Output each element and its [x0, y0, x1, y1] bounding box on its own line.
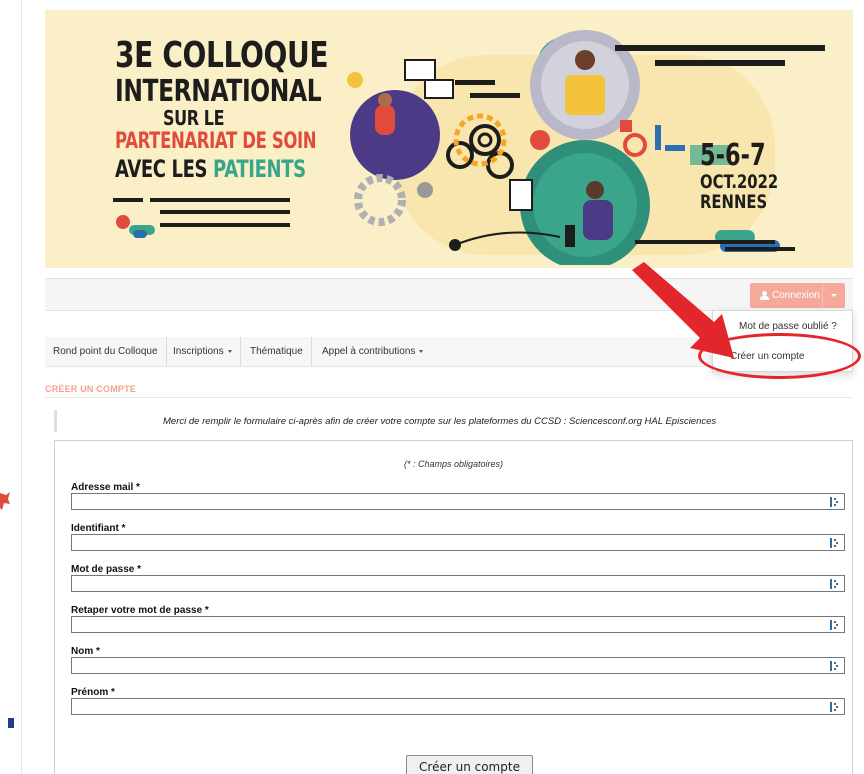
button-separator	[822, 283, 823, 308]
password-manager-icon[interactable]	[830, 620, 838, 630]
password-confirm-label: Retaper votre mot de passe *	[71, 605, 209, 616]
nav-item-thematique[interactable]: Thématique	[242, 337, 312, 367]
password-label: Mot de passe *	[71, 564, 142, 575]
nav-label: Rond point du Colloque	[53, 346, 158, 357]
user-icon	[760, 291, 769, 300]
annotation-highlight-ellipse	[698, 333, 861, 379]
dates-days: 5-6-7	[700, 138, 766, 173]
username-label: Identifiant *	[71, 523, 126, 534]
banner-title-line1: 3E COLLOQUE	[115, 35, 329, 76]
banner-title-line5: AVEC LES PATIENTS	[115, 155, 306, 183]
firstname-field[interactable]	[71, 698, 845, 715]
email-field[interactable]	[71, 493, 845, 510]
password-manager-icon[interactable]	[830, 661, 838, 671]
caret-down-icon	[227, 349, 232, 353]
dates-city: RENNES	[700, 191, 768, 213]
banner-title-line5-a: AVEC LES	[115, 155, 214, 183]
create-account-button[interactable]: Créer un compte	[406, 755, 533, 774]
lastname-label: Nom *	[71, 646, 100, 657]
connexion-button[interactable]: Connexion	[750, 283, 845, 308]
event-dates: 5-6-7 OCT.2022 RENNES	[700, 138, 800, 213]
nav-label: Thématique	[250, 346, 303, 357]
colloque-banner: 3E COLLOQUE INTERNATIONAL SUR LE PARTENA…	[45, 10, 853, 268]
forgot-password-link[interactable]: Mot de passe oublié ?	[739, 321, 837, 332]
left-gutter	[0, 0, 22, 774]
password-field[interactable]	[71, 575, 845, 592]
nav-item-inscriptions[interactable]: Inscriptions	[165, 337, 241, 367]
decor-fragment	[8, 718, 14, 728]
create-account-form: (* : Champs obligatoires) Adresse mail *…	[54, 440, 853, 774]
username-field[interactable]	[71, 534, 845, 551]
email-label: Adresse mail *	[71, 482, 140, 493]
divider	[45, 397, 853, 398]
gear-fragment-icon	[0, 492, 10, 510]
password-manager-icon[interactable]	[830, 702, 838, 712]
required-fields-note: (* : Champs obligatoires)	[403, 459, 504, 469]
dates-month: OCT.2022	[700, 171, 779, 193]
caret-down-icon[interactable]	[831, 294, 837, 297]
page-title: CRÉER UN COMPTE	[45, 384, 137, 394]
nav-label: Inscriptions	[173, 346, 224, 357]
password-confirm-field[interactable]	[71, 616, 845, 633]
banner-title-line2: INTERNATIONAL	[115, 74, 322, 109]
caret-down-icon	[419, 349, 424, 353]
password-manager-icon[interactable]	[830, 538, 838, 548]
firstname-label: Prénom *	[71, 687, 115, 698]
banner-plant-left-icon	[116, 215, 155, 238]
banner-title-line4: PARTENARIAT DE SOIN	[115, 129, 317, 154]
banner-title-line3: SUR LE	[163, 106, 225, 130]
connexion-label: Connexion	[772, 290, 820, 301]
info-text: Merci de remplir le formulaire ci-après …	[163, 416, 717, 427]
lastname-field[interactable]	[71, 657, 845, 674]
password-manager-icon[interactable]	[830, 497, 838, 507]
nav-item-rond-point[interactable]: Rond point du Colloque	[45, 337, 167, 367]
nav-item-appel-contributions[interactable]: Appel à contributions	[314, 337, 431, 367]
password-manager-icon[interactable]	[830, 579, 838, 589]
nav-label: Appel à contributions	[322, 346, 416, 357]
banner-title-line5-b: PATIENTS	[213, 155, 306, 183]
info-box: Merci de remplir le formulaire ci-après …	[54, 410, 853, 432]
